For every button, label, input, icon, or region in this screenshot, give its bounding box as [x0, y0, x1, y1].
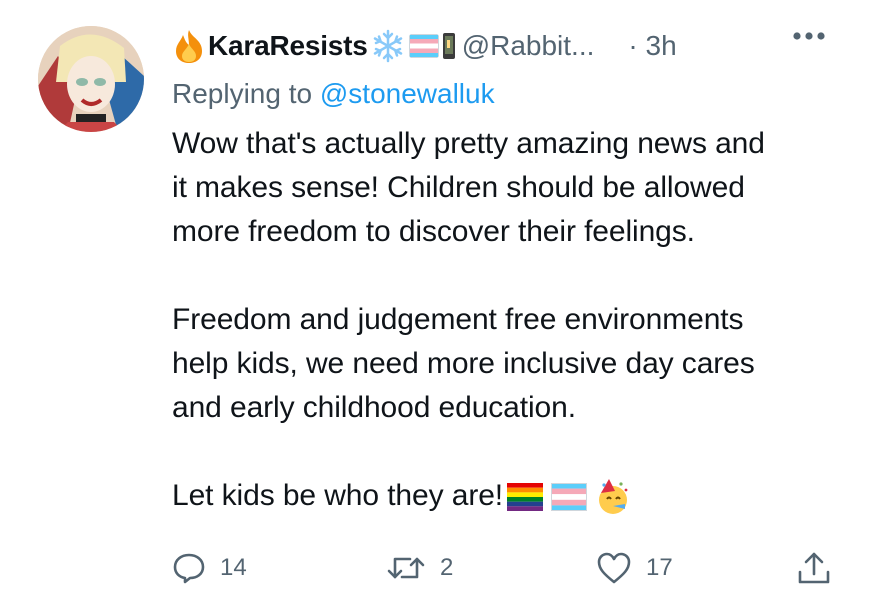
- like-button[interactable]: 17: [596, 548, 673, 588]
- like-count: 17: [646, 554, 673, 581]
- share-icon: [796, 550, 832, 586]
- reply-button[interactable]: 14: [172, 548, 247, 588]
- tweet-actions: 14 2 17: [172, 548, 832, 588]
- avatar[interactable]: [38, 26, 144, 132]
- heart-icon: [596, 551, 632, 585]
- body-line: and early childhood education.: [172, 391, 576, 424]
- retweet-button[interactable]: 2: [386, 548, 453, 588]
- reply-icon: [172, 551, 206, 585]
- share-button[interactable]: [796, 548, 832, 588]
- party-face-icon: [595, 479, 631, 515]
- rainbow-flag-icon: [507, 483, 544, 512]
- transgender-flag-icon: [408, 34, 439, 58]
- replying-prefix: Replying to: [172, 78, 320, 109]
- timestamp[interactable]: · 3h: [628, 30, 676, 62]
- tweet[interactable]: KaraResists @Rabbit... · 3h Replying to …: [0, 0, 871, 600]
- body-line: Let kids be who they are!: [172, 479, 504, 512]
- snowflake-icon: [371, 29, 405, 63]
- tweet-header: KaraResists @Rabbit... · 3h: [172, 22, 832, 70]
- tweet-body: Wow that's actually pretty amazing news …: [172, 122, 832, 518]
- replying-to: Replying to @stonewalluk: [172, 78, 495, 110]
- body-line-last: Let kids be who they are!: [172, 474, 832, 518]
- reply-count: 14: [220, 554, 247, 581]
- body-line: more freedom to discover their feelings.: [172, 215, 695, 248]
- more-options-icon[interactable]: [789, 24, 829, 48]
- body-line: Wow that's actually pretty amazing news …: [172, 127, 765, 160]
- body-line: help kids, we need more inclusive day ca…: [172, 347, 755, 380]
- user-handle[interactable]: @Rabbit...: [462, 30, 595, 62]
- mention-link[interactable]: @stonewalluk: [320, 78, 495, 109]
- body-line: it makes sense! Children should be allow…: [172, 171, 745, 204]
- retweet-icon: [386, 551, 426, 585]
- body-line: Freedom and judgement free environments: [172, 303, 744, 336]
- transgender-flag-icon: [551, 483, 588, 512]
- fire-icon: [172, 28, 206, 64]
- retweet-count: 2: [440, 554, 454, 581]
- display-name[interactable]: KaraResists: [208, 30, 368, 62]
- flagged-phone-icon: [442, 32, 456, 60]
- body-emojis: [507, 479, 631, 515]
